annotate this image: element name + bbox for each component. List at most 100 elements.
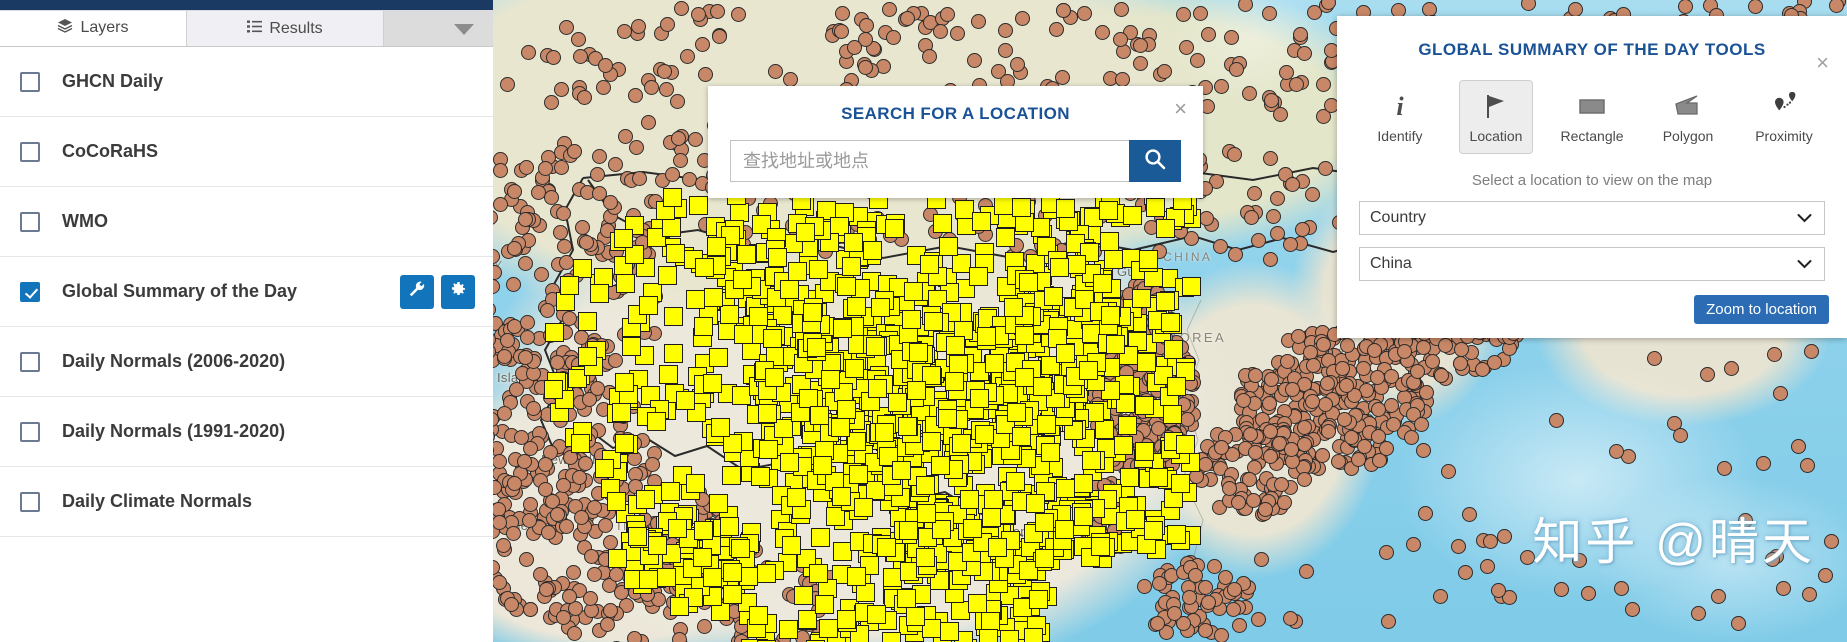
station-marker-square[interactable] — [570, 433, 590, 453]
station-marker-square[interactable] — [808, 259, 828, 279]
layer-row[interactable]: Daily Normals (2006-2020) — [0, 327, 493, 397]
station-marker-square[interactable] — [843, 232, 863, 252]
station-marker-square[interactable] — [847, 566, 867, 586]
station-marker-square[interactable] — [815, 594, 835, 614]
station-marker-square[interactable] — [797, 609, 817, 629]
station-marker-square[interactable] — [613, 229, 633, 249]
station-marker-square[interactable] — [938, 409, 958, 429]
station-marker-square[interactable] — [788, 262, 808, 282]
station-marker-square[interactable] — [1034, 549, 1054, 569]
station-marker-square[interactable] — [731, 386, 751, 406]
station-marker-square[interactable] — [809, 406, 829, 426]
station-marker-square[interactable] — [1167, 524, 1187, 544]
station-marker-square[interactable] — [1035, 513, 1055, 533]
station-marker-square[interactable] — [1006, 472, 1026, 492]
station-marker-square[interactable] — [1078, 361, 1098, 381]
station-marker-square[interactable] — [734, 324, 754, 344]
station-marker-square[interactable] — [1114, 435, 1134, 455]
station-marker-square[interactable] — [1155, 218, 1175, 238]
station-marker-square[interactable] — [837, 610, 857, 630]
station-marker-square[interactable] — [694, 317, 714, 337]
station-marker-square[interactable] — [915, 475, 935, 495]
station-marker-square[interactable] — [739, 566, 759, 586]
station-marker-square[interactable] — [638, 295, 658, 315]
station-marker-square[interactable] — [898, 416, 918, 436]
station-marker-square[interactable] — [969, 266, 989, 286]
station-marker-square[interactable] — [984, 490, 1004, 510]
station-marker-square[interactable] — [1146, 197, 1166, 217]
station-marker-square[interactable] — [904, 282, 924, 302]
station-marker-square[interactable] — [621, 337, 641, 357]
tool-identify[interactable]: i Identify — [1363, 80, 1437, 154]
station-marker-square[interactable] — [780, 452, 800, 472]
station-marker-square[interactable] — [951, 253, 971, 273]
station-marker-square[interactable] — [577, 312, 597, 332]
station-marker-square[interactable] — [819, 618, 839, 638]
tool-polygon[interactable]: Polygon — [1651, 80, 1725, 154]
station-marker-square[interactable] — [1176, 434, 1196, 454]
station-marker-square[interactable] — [793, 585, 813, 605]
station-marker-square[interactable] — [656, 568, 676, 588]
station-marker-square[interactable] — [1122, 206, 1142, 226]
station-marker-square[interactable] — [646, 411, 666, 431]
station-marker-square[interactable] — [866, 336, 886, 356]
station-marker-square[interactable] — [721, 466, 741, 486]
layer-checkbox[interactable] — [20, 71, 40, 92]
station-marker-square[interactable] — [736, 244, 756, 264]
station-marker-square[interactable] — [703, 287, 723, 307]
station-marker-square[interactable] — [939, 622, 959, 642]
station-marker-square[interactable] — [732, 269, 752, 289]
station-marker-square[interactable] — [1032, 377, 1052, 397]
station-marker-square[interactable] — [757, 404, 777, 424]
station-marker-square[interactable] — [638, 570, 658, 590]
tool-location[interactable]: Location — [1459, 80, 1533, 154]
station-marker-square[interactable] — [844, 359, 864, 379]
station-marker-square[interactable] — [809, 563, 829, 583]
station-marker-square[interactable] — [1029, 590, 1049, 610]
station-marker-square[interactable] — [1137, 352, 1157, 372]
station-marker-square[interactable] — [751, 467, 771, 487]
station-marker-square[interactable] — [841, 257, 861, 277]
station-marker-square[interactable] — [615, 372, 635, 392]
station-marker-square[interactable] — [694, 520, 714, 540]
station-marker-square[interactable] — [692, 548, 712, 568]
station-marker-square[interactable] — [930, 456, 950, 476]
station-marker-square[interactable] — [764, 368, 784, 388]
station-marker-square[interactable] — [832, 487, 852, 507]
station-marker-square[interactable] — [853, 498, 873, 518]
station-marker-square[interactable] — [661, 217, 681, 237]
country-value-select[interactable]: China — [1359, 247, 1825, 281]
station-marker-square[interactable] — [882, 568, 902, 588]
tool-proximity[interactable]: Proximity — [1747, 80, 1821, 154]
station-marker-square[interactable] — [1135, 441, 1155, 461]
station-marker-square[interactable] — [995, 228, 1015, 248]
station-marker-square[interactable] — [811, 527, 831, 547]
station-marker-square[interactable] — [1014, 325, 1034, 345]
station-marker-square[interactable] — [977, 327, 997, 347]
station-marker-square[interactable] — [898, 520, 918, 540]
station-marker-square[interactable] — [1138, 250, 1158, 270]
station-marker-square[interactable] — [1099, 231, 1119, 251]
station-marker-square[interactable] — [1012, 197, 1032, 217]
layer-checkbox[interactable] — [20, 491, 40, 512]
search-button[interactable] — [1129, 140, 1181, 182]
station-marker-square[interactable] — [921, 431, 941, 451]
station-marker-square[interactable] — [759, 439, 779, 459]
station-marker-square[interactable] — [1000, 629, 1020, 642]
layer-checkbox[interactable] — [20, 281, 40, 302]
station-marker-square[interactable] — [1054, 519, 1074, 539]
tool-rectangle[interactable]: Rectangle — [1555, 80, 1629, 154]
station-marker-square[interactable] — [694, 257, 714, 277]
station-marker-square[interactable] — [906, 606, 926, 626]
station-marker-square[interactable] — [607, 549, 627, 569]
station-marker-square[interactable] — [607, 492, 627, 512]
station-marker-square[interactable] — [798, 388, 818, 408]
station-marker-square[interactable] — [578, 346, 598, 366]
station-marker-square[interactable] — [1074, 507, 1094, 527]
station-marker-square[interactable] — [615, 434, 635, 454]
station-marker-square[interactable] — [970, 389, 990, 409]
station-marker-square[interactable] — [821, 369, 841, 389]
station-marker-square[interactable] — [1055, 479, 1075, 499]
station-marker-square[interactable] — [888, 393, 908, 413]
close-icon[interactable]: × — [1816, 52, 1829, 74]
